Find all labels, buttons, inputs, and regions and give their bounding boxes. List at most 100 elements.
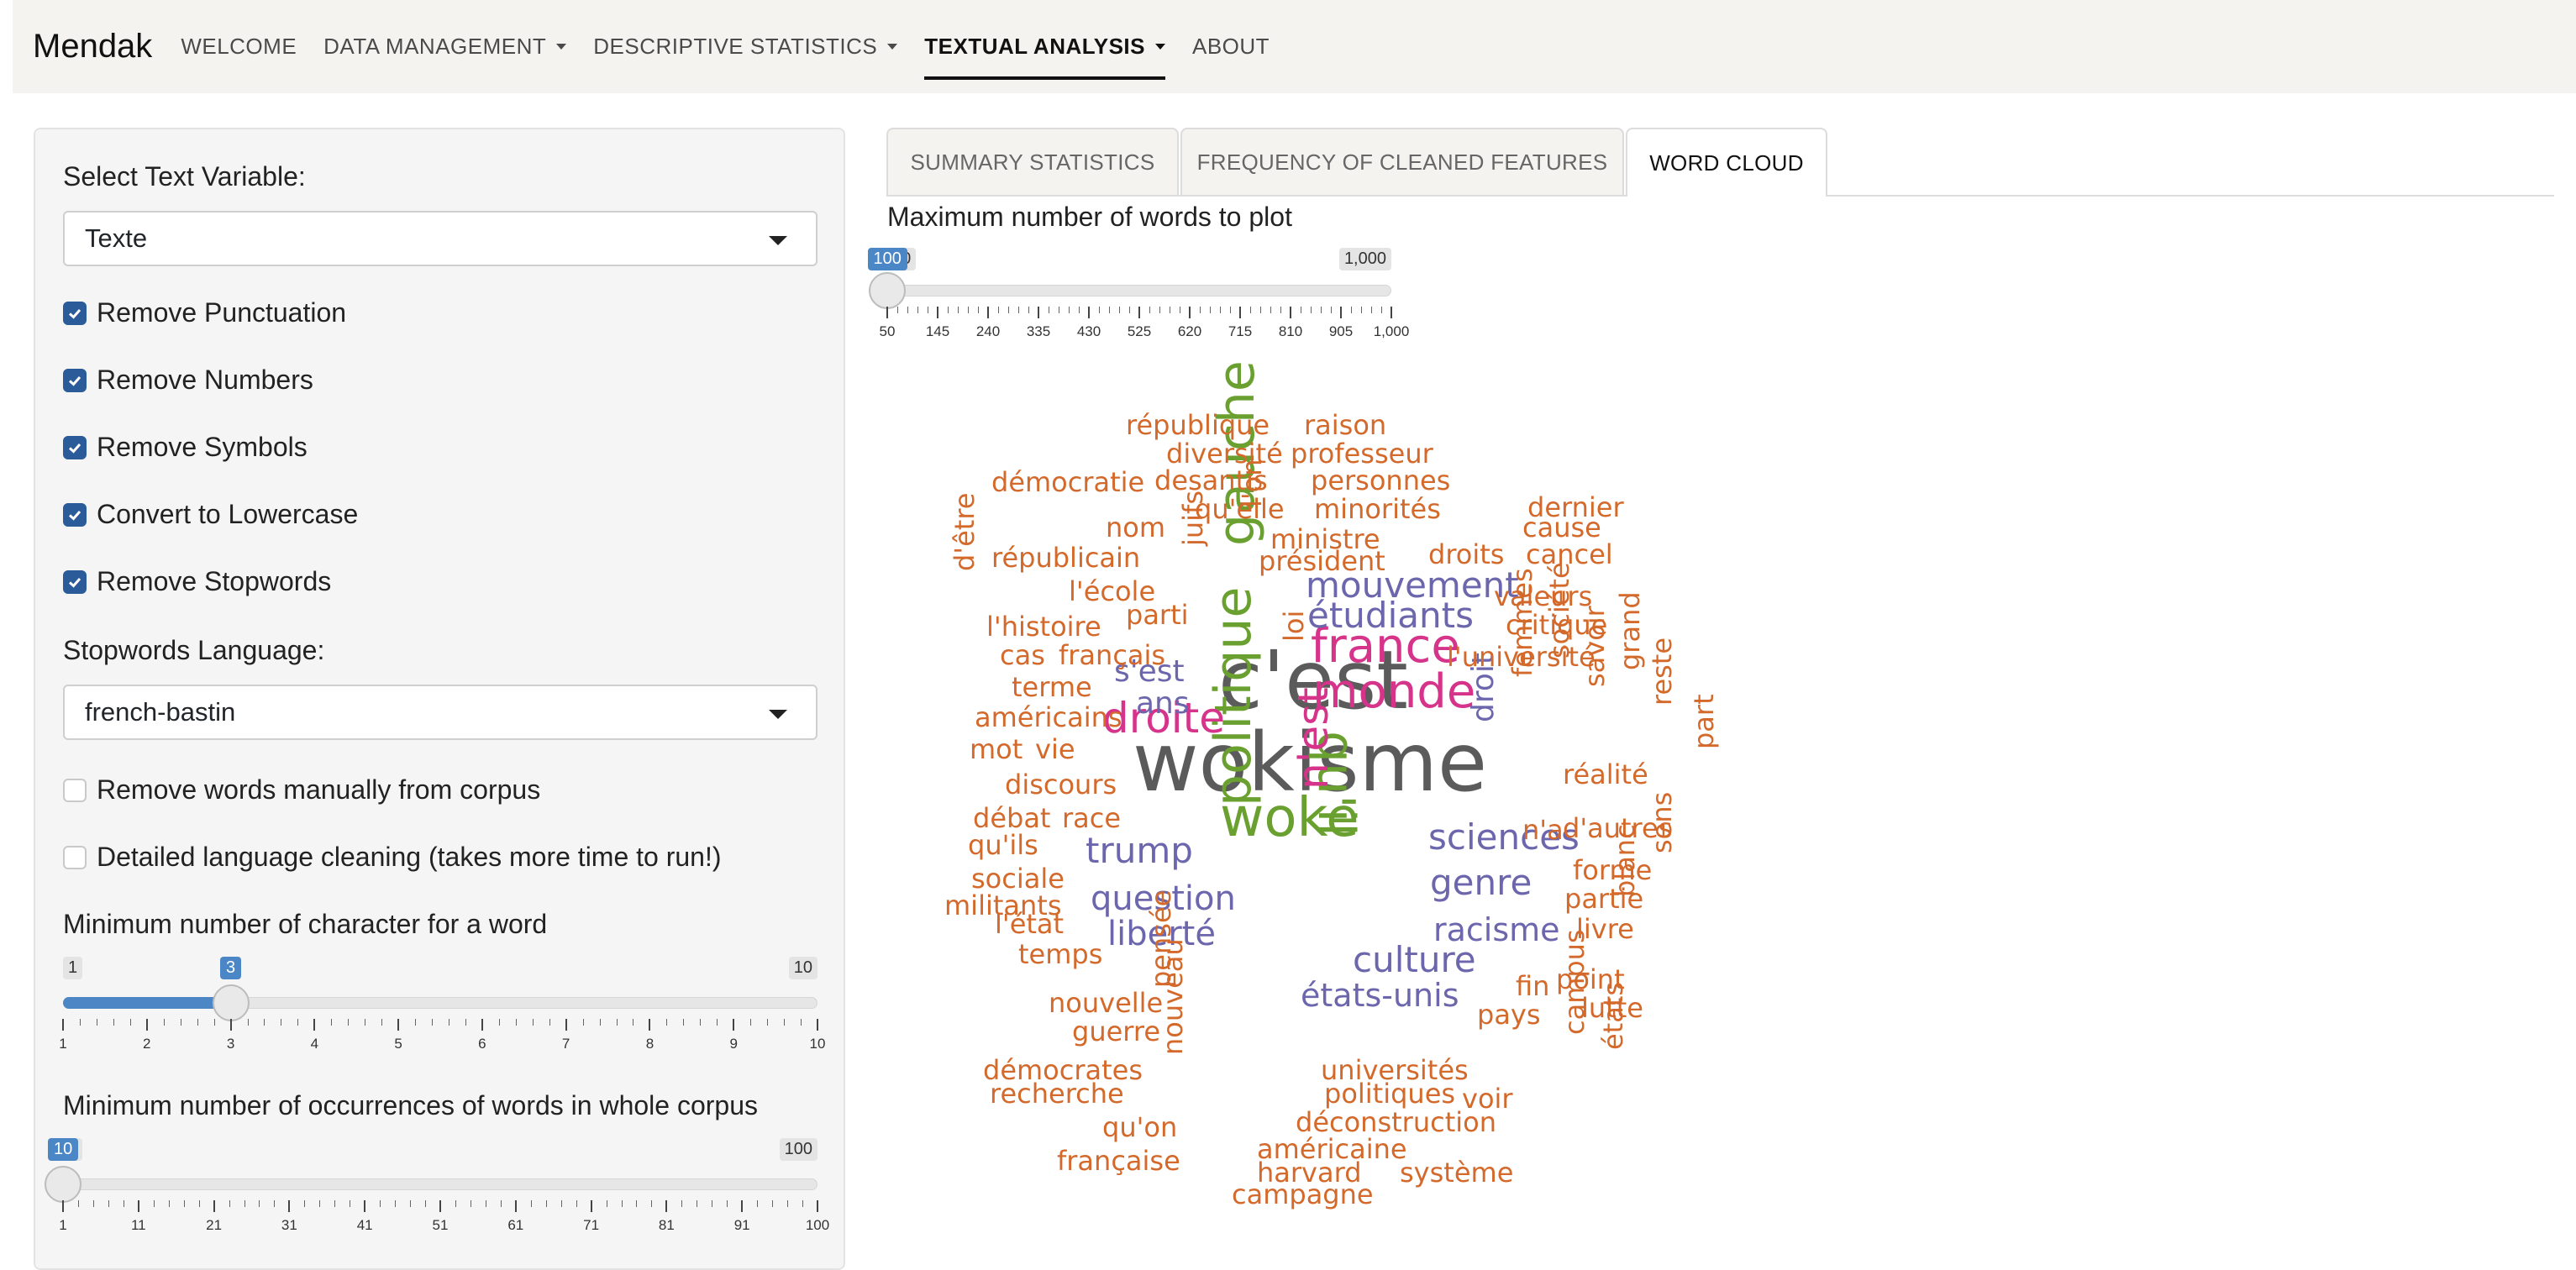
checkbox-remove-symbols[interactable]: Remove Symbols (63, 432, 308, 463)
slider-tick (741, 1200, 744, 1212)
slider-minor-tick (153, 1200, 155, 1207)
min-char-slider[interactable]: 1 10 3 1 2 3 4 5 6 7 8 9 10 (59, 957, 825, 1052)
wordcloud-word: n'est (1289, 687, 1338, 790)
checkbox-convert-lowercase[interactable]: Convert to Lowercase (63, 499, 358, 530)
slider-tick (1340, 307, 1342, 318)
slider-track[interactable] (63, 1178, 817, 1190)
wordcloud-word: qu'ils (968, 829, 1038, 861)
slider-minor-tick (331, 1019, 333, 1026)
wordcloud-word: campagne (1232, 1178, 1374, 1210)
wordcloud-word: républicain (991, 542, 1141, 574)
nav-welcome-label: WELCOME (181, 34, 297, 59)
slider-max-badge: 100 (779, 1138, 817, 1161)
checkbox-remove-stopwords[interactable]: Remove Stopwords (63, 566, 331, 597)
slider-tick-label: 50 (879, 323, 896, 339)
tab-label: SUMMARY STATISTICS (910, 149, 1155, 175)
slider-tick-label: 145 (925, 323, 950, 339)
slider-tick (1088, 307, 1090, 318)
checkbox-remove-punctuation[interactable]: Remove Punctuation (63, 297, 346, 328)
slider-tick-label: 31 (281, 1217, 297, 1233)
wordcloud-word: discours (1005, 769, 1117, 800)
slider-minor-tick (907, 307, 908, 313)
slider-minor-tick (958, 307, 959, 313)
slider-tick-label: 9 (729, 1036, 738, 1052)
wordcloud-word: nouvelle (1049, 987, 1164, 1019)
slider-tick (1138, 307, 1140, 318)
checkbox-detailed-language-cleaning[interactable]: Detailed language cleaning (takes more t… (63, 842, 722, 873)
slider-minor-tick (651, 1200, 653, 1207)
slider-tick-label: 6 (478, 1036, 486, 1052)
slider-minor-tick (129, 1019, 131, 1026)
slider-minor-tick (727, 1200, 728, 1207)
slider-minor-tick (108, 1200, 109, 1207)
slider-minor-tick (264, 1019, 265, 1026)
checkmark-icon[interactable] (63, 368, 87, 392)
max-words-slider[interactable]: 501,000100501452403354305256207158109051… (867, 248, 1409, 344)
slider-minor-tick (465, 1019, 466, 1026)
brand-title[interactable]: Mendak (33, 28, 152, 66)
checkmark-icon[interactable] (63, 502, 87, 527)
slider-tick (590, 1200, 592, 1212)
slider-minor-tick (304, 1200, 306, 1207)
nav-welcome[interactable]: WELCOME (181, 0, 297, 93)
slider-tick (288, 1200, 291, 1212)
checkmark-icon[interactable] (63, 569, 87, 594)
slider-minor-tick (787, 1200, 789, 1207)
slider-minor-tick (1230, 307, 1231, 313)
slider-handle[interactable] (212, 984, 250, 1021)
text-variable-select[interactable]: Texte (63, 211, 817, 266)
checkmark-icon[interactable] (63, 301, 87, 325)
slider-minor-tick (750, 1019, 752, 1026)
stopwords-language-select[interactable]: french-bastin (63, 685, 817, 740)
max-words-label: Maximum number of words to plot (887, 202, 1292, 232)
nav-about[interactable]: ABOUT (1192, 0, 1270, 93)
min-occurrences-slider[interactable]: 1100101112131415161718191100 (45, 1138, 829, 1233)
checkbox-box[interactable] (63, 778, 87, 802)
tab-summary-statistics[interactable]: SUMMARY STATISTICS (886, 128, 1179, 195)
tab-label: WORD CLOUD (1649, 150, 1804, 176)
slider-minor-tick (917, 307, 918, 313)
slider-minor-tick (530, 1200, 532, 1207)
slider-handle[interactable] (45, 1166, 81, 1203)
tab-word-cloud[interactable]: WORD CLOUD (1626, 128, 1827, 197)
slider-minor-tick (500, 1200, 502, 1207)
slider-tick (733, 1019, 735, 1031)
wordcloud-word: réalité (1563, 758, 1648, 790)
wordcloud-word: recherche (990, 1078, 1124, 1110)
slider-minor-tick (1220, 307, 1221, 313)
checkbox-remove-words-manually[interactable]: Remove words manually from corpus (63, 774, 540, 806)
checkbox-box[interactable] (63, 845, 87, 869)
caret-down-icon (887, 44, 898, 50)
checkbox-remove-numbers[interactable]: Remove Numbers (63, 365, 313, 396)
slider-minor-tick (576, 1200, 577, 1207)
checkmark-icon[interactable] (63, 435, 87, 459)
slider-minor-tick (197, 1019, 198, 1026)
top-navbar: Mendak WELCOME DATA MANAGEMENT DESCRIPTI… (13, 0, 2576, 93)
wordcloud-word: d'être (949, 492, 980, 571)
slider-tick (665, 1200, 668, 1212)
wordcloud-word: états-unis (1301, 977, 1459, 1014)
slider-minor-tick (772, 1200, 774, 1207)
wordcloud-word: blanc (1609, 824, 1641, 897)
nav-textual-analysis[interactable]: TEXTUAL ANALYSIS (924, 0, 1165, 93)
slider-minor-tick (681, 1200, 683, 1207)
nav-descriptive-statistics[interactable]: DESCRIPTIVE STATISTICS (593, 0, 898, 93)
slider-tick-label: 5 (394, 1036, 402, 1052)
slider-tick (213, 1200, 215, 1212)
tab-frequency-cleaned-features[interactable]: FREQUENCY OF CLEANED FEATURES (1180, 128, 1624, 195)
slider-minor-tick (1361, 307, 1362, 313)
slider-minor-tick (410, 1200, 412, 1207)
slider-minor-tick (757, 1200, 759, 1207)
nav-data-management[interactable]: DATA MANAGEMENT (323, 0, 567, 93)
slider-minor-tick (515, 1019, 517, 1026)
wordcloud-word: politiques (1324, 1078, 1456, 1110)
slider-track[interactable] (887, 285, 1391, 297)
slider-minor-tick (998, 307, 999, 313)
wordcloud-word: vie (1035, 733, 1075, 765)
slider-tick-label: 61 (507, 1217, 524, 1233)
slider-minor-tick (319, 1200, 321, 1207)
nav-data-management-label: DATA MANAGEMENT (323, 34, 547, 59)
slider-tick (364, 1200, 366, 1212)
slider-minor-tick (1321, 307, 1322, 313)
slider-handle[interactable] (869, 272, 906, 309)
